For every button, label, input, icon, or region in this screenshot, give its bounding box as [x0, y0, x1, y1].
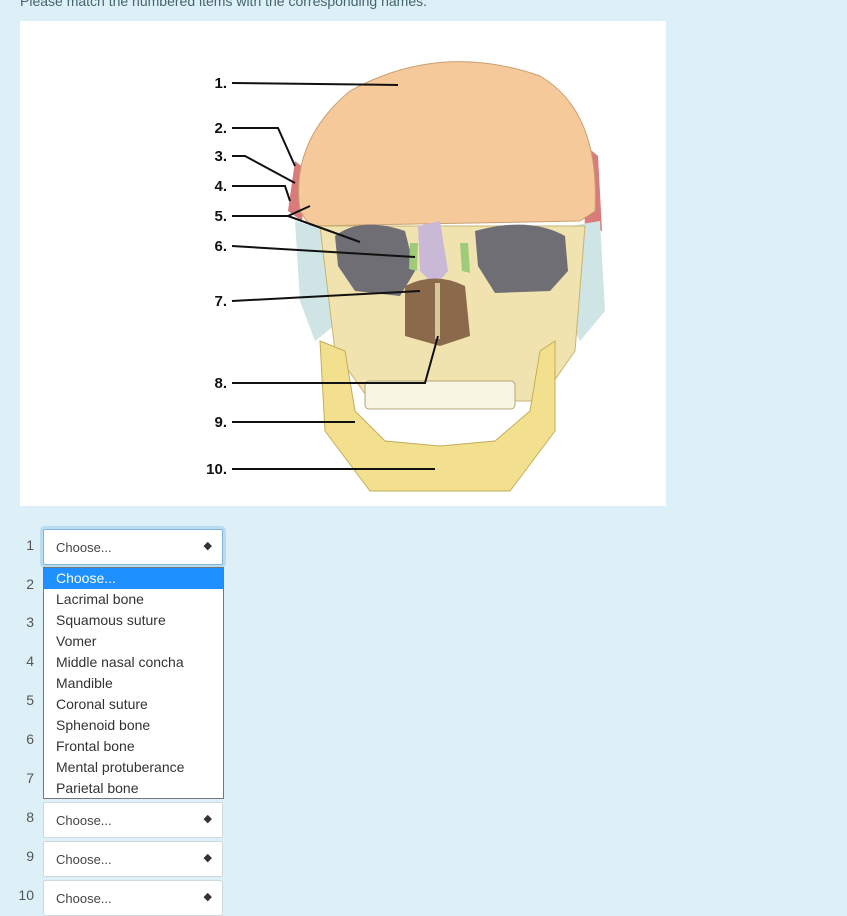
dropdown-option-choose[interactable]: Choose... — [44, 568, 223, 589]
dropdown-option-sphenoid-bone[interactable]: Sphenoid bone — [44, 715, 223, 736]
callout-6: 6. — [214, 238, 227, 255]
callout-4: 4. — [214, 178, 227, 195]
question-number: 4 — [26, 653, 34, 669]
question-number: 8 — [26, 809, 34, 825]
answer-select-8[interactable]: Choose... ◆ — [43, 802, 223, 838]
dropdown-option-middle-nasal-concha[interactable]: Middle nasal concha — [44, 652, 223, 673]
callout-7: 7. — [214, 293, 227, 310]
dropdown-option-parietal-bone[interactable]: Parietal bone — [44, 778, 223, 799]
dropdown-option-mental-protuberance[interactable]: Mental protuberance — [44, 757, 223, 778]
callout-3: 3. — [214, 148, 227, 165]
select-value: Choose... — [56, 852, 112, 867]
answer-select-9[interactable]: Choose... ◆ — [43, 841, 223, 877]
skull-illustration: 1. 2. 3. 4. 5. 6. 7. 8. 9. 10. — [206, 61, 605, 492]
dropdown-option-vomer[interactable]: Vomer — [44, 631, 223, 652]
question-number: 6 — [26, 731, 34, 747]
question-number: 2 — [26, 576, 34, 592]
select-arrows-icon: ◆ — [203, 891, 212, 903]
question-number: 3 — [26, 614, 34, 630]
question-number: 5 — [26, 692, 34, 708]
dropdown-option-mandible[interactable]: Mandible — [44, 673, 223, 694]
question-number: 9 — [26, 848, 34, 864]
select-arrows-icon: ◆ — [203, 813, 212, 825]
answer-select-1[interactable]: Choose... ◆ — [43, 529, 223, 565]
dropdown-option-frontal-bone[interactable]: Frontal bone — [44, 736, 223, 757]
callout-1: 1. — [214, 75, 227, 92]
answer-dropdown-list[interactable]: Choose... Lacrimal bone Squamous suture … — [43, 567, 224, 799]
answer-select-10[interactable]: Choose... ◆ — [43, 880, 223, 916]
select-value: Choose... — [56, 540, 112, 555]
callout-5: 5. — [214, 208, 227, 225]
callout-9: 9. — [214, 414, 227, 431]
select-value: Choose... — [56, 813, 112, 828]
question-number: 7 — [26, 770, 34, 786]
callout-10: 10. — [206, 461, 227, 478]
select-value: Choose... — [56, 891, 112, 906]
dropdown-option-coronal-suture[interactable]: Coronal suture — [44, 694, 223, 715]
callout-2: 2. — [214, 120, 227, 137]
dropdown-option-squamous-suture[interactable]: Squamous suture — [44, 610, 223, 631]
skull-figure: 1. 2. 3. 4. 5. 6. 7. 8. 9. 10. — [20, 21, 666, 506]
instructions-text: Please match the numbered items with the… — [20, 0, 427, 9]
question-number: 10 — [18, 887, 34, 903]
callout-8: 8. — [214, 375, 227, 392]
select-arrows-icon: ◆ — [203, 852, 212, 864]
question-number: 1 — [26, 537, 34, 553]
dropdown-option-lacrimal-bone[interactable]: Lacrimal bone — [44, 589, 223, 610]
select-arrows-icon: ◆ — [203, 540, 212, 552]
